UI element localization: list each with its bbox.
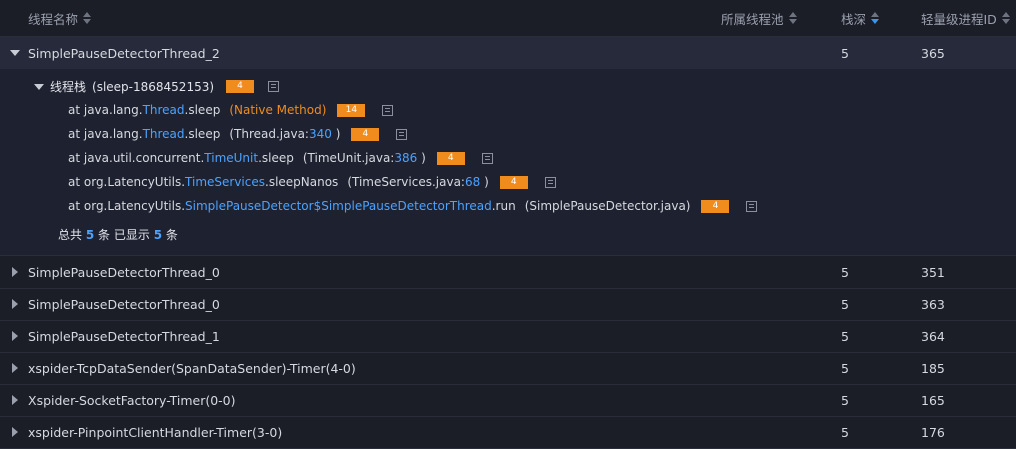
stack-frame: at java.lang.Thread.sleep (Thread.java:34…	[68, 127, 408, 141]
sort-icon[interactable]	[871, 12, 880, 24]
class-link[interactable]: TimeUnit	[204, 151, 258, 165]
expand-icon[interactable]	[12, 331, 18, 341]
lwp-id: 185	[921, 360, 945, 376]
thread-name: SimplePauseDetectorThread_2	[28, 45, 220, 61]
stack-frame: at java.util.concurrent.TimeUnit.sleep (T…	[68, 151, 493, 165]
table-row-expanded[interactable]: SimplePauseDetectorThread_2 5 365	[0, 37, 1016, 70]
class-link[interactable]: Thread	[143, 127, 185, 141]
expand-icon[interactable]	[12, 299, 18, 309]
stack-depth: 5	[841, 328, 849, 344]
lwp-id: 365	[921, 45, 945, 61]
thread-name: SimplePauseDetectorThread_0	[28, 264, 220, 280]
class-link[interactable]: Thread	[143, 103, 185, 117]
collapse-icon[interactable]	[34, 83, 44, 90]
lwp-id: 363	[921, 296, 945, 312]
thread-name: xspider-PinpointClientHandler-Timer(3-0)	[28, 424, 283, 440]
count-badge: 4	[226, 80, 255, 93]
thread-name: xspider-TcpDataSender(SpanDataSender)-Ti…	[28, 360, 356, 376]
table-row[interactable]: SimplePauseDetectorThread_0 5 363	[0, 288, 1016, 321]
stack-id: (sleep-1868452153)	[92, 79, 215, 94]
count-badge: 4	[351, 127, 380, 141]
sort-icon[interactable]	[788, 12, 797, 24]
total-summary: 总共 5 条 已显示 5 条	[58, 228, 178, 242]
copy-icon[interactable]	[382, 104, 394, 116]
copy-icon[interactable]	[544, 176, 556, 188]
thread-table: 线程名称 所属线程池 栈深 轻量级进程ID SimplePauseDetecto…	[0, 0, 1016, 449]
expand-icon[interactable]	[12, 363, 18, 373]
copy-icon[interactable]	[746, 200, 758, 212]
stack-frame: at org.LatencyUtils.TimeServices.sleepNa…	[68, 175, 556, 189]
table-row[interactable]: xspider-PinpointClientHandler-Timer(3-0)…	[0, 416, 1016, 449]
header-stack-depth[interactable]: 栈深	[841, 0, 880, 36]
frame-source: (SimplePauseDetector.java)	[524, 199, 691, 213]
stack-detail-panel: 线程栈 (sleep-1868452153) 4 at java.lang.Th…	[0, 69, 1016, 256]
copy-icon[interactable]	[268, 81, 280, 92]
stack-frame: at java.lang.Thread.sleep (Native Method)…	[68, 103, 394, 117]
stack-depth: 5	[841, 264, 849, 280]
stack-header[interactable]: 线程栈 (sleep-1868452153) 4	[34, 78, 280, 95]
table-row[interactable]: SimplePauseDetectorThread_1 5 364	[0, 320, 1016, 353]
table-header: 线程名称 所属线程池 栈深 轻量级进程ID	[0, 0, 1016, 37]
table-row[interactable]: Xspider-SocketFactory-Timer(0-0) 5 165	[0, 384, 1016, 417]
expand-icon[interactable]	[12, 395, 18, 405]
header-lwp-id[interactable]: 轻量级进程ID	[921, 0, 1010, 36]
stack-depth: 5	[841, 392, 849, 408]
count-badge: 4	[436, 151, 465, 165]
lwp-id: 351	[921, 264, 945, 280]
copy-icon[interactable]	[396, 128, 408, 140]
class-link[interactable]: SimplePauseDetector$SimplePauseDetectorT…	[185, 199, 492, 213]
collapse-icon[interactable]	[10, 50, 20, 56]
lwp-id: 176	[921, 424, 945, 440]
lwp-id: 364	[921, 328, 945, 344]
count-badge: 4	[499, 175, 528, 189]
table-row[interactable]: SimplePauseDetectorThread_0 5 351	[0, 256, 1016, 289]
sort-icon[interactable]	[1001, 12, 1010, 24]
class-link[interactable]: TimeServices	[185, 175, 265, 189]
expand-icon[interactable]	[12, 267, 18, 277]
header-thread-name[interactable]: 线程名称	[28, 0, 92, 36]
frame-source: (Native Method)	[229, 103, 327, 117]
frame-source: (Thread.java:340 )	[229, 127, 341, 141]
sort-icon[interactable]	[83, 12, 92, 24]
thread-name: SimplePauseDetectorThread_1	[28, 328, 220, 344]
lwp-id: 165	[921, 392, 945, 408]
stack-depth: 5	[841, 424, 849, 440]
stack-frame: at org.LatencyUtils.SimplePauseDetector$…	[68, 199, 758, 213]
table-row[interactable]: xspider-TcpDataSender(SpanDataSender)-Ti…	[0, 352, 1016, 385]
stack-depth: 5	[841, 45, 849, 61]
count-badge: 4	[701, 199, 730, 213]
thread-name: SimplePauseDetectorThread_0	[28, 296, 220, 312]
stack-depth: 5	[841, 360, 849, 376]
header-thread-pool[interactable]: 所属线程池	[721, 0, 797, 36]
stack-depth: 5	[841, 296, 849, 312]
stack-label: 线程栈	[50, 80, 87, 94]
frame-source: (TimeServices.java:68 )	[347, 175, 489, 189]
frame-source: (TimeUnit.java:386 )	[302, 151, 426, 165]
copy-icon[interactable]	[481, 152, 493, 164]
count-badge: 14	[337, 103, 366, 117]
expand-icon[interactable]	[12, 427, 18, 437]
thread-name: Xspider-SocketFactory-Timer(0-0)	[28, 392, 236, 408]
